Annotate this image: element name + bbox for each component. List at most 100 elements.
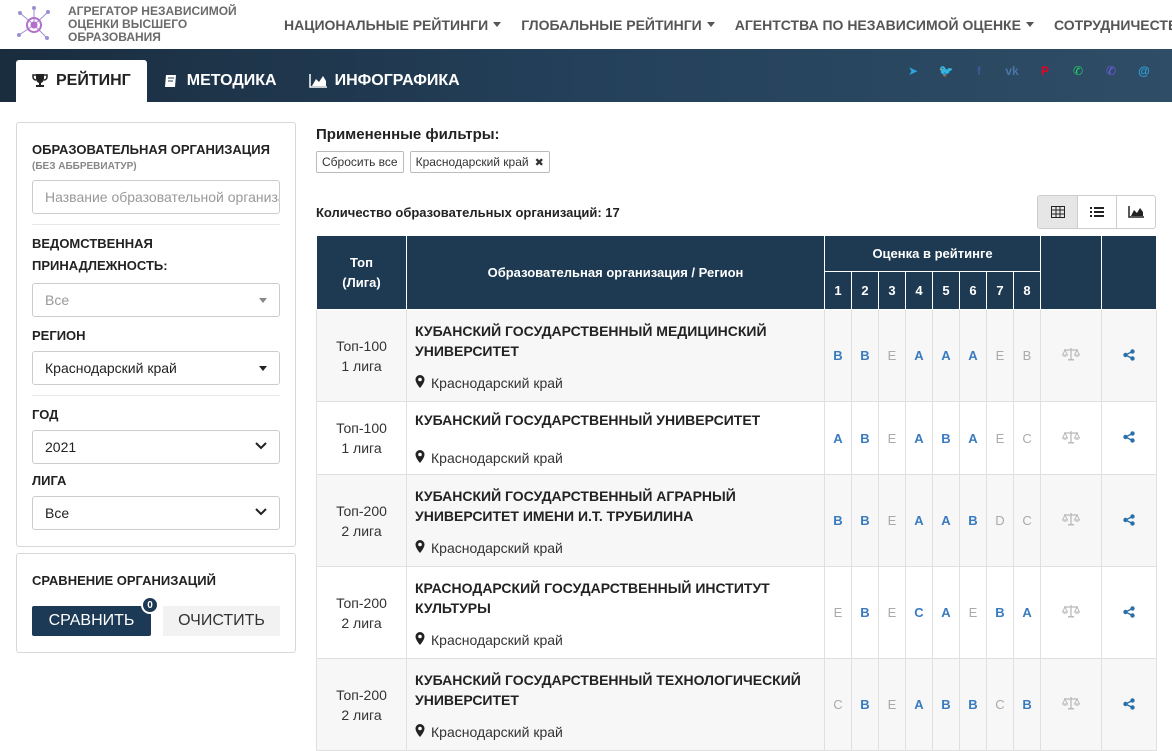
filter-card: ОБРАЗОВАТЕЛЬНАЯ ОРГАНИЗАЦИЯ (БЕЗ АББРЕВИ… [16,122,296,547]
grade-cell: C [1012,401,1042,475]
trophy-icon [32,73,48,89]
grade-cell: B [851,658,879,751]
org-search-input[interactable]: Название образовательной организации [32,180,280,214]
scale-compare-icon[interactable] [1061,430,1081,447]
nav-item[interactable]: НАЦИОНАЛЬНЫЕ РЕЙТИНГИ [284,16,502,33]
nav-item[interactable]: АГЕНТСТВА ПО НЕЗАВИСИМОЙ ОЦЕНКЕ [735,17,1034,33]
scale-compare-icon[interactable] [1061,697,1081,713]
brand[interactable]: Агрегатор независимой оценки высшего обр… [14,5,274,45]
share-cell [1101,658,1158,751]
list-view-icon[interactable] [1077,196,1116,228]
applied-filters-title: Примененные фильтры: [316,126,500,143]
table-view-icon[interactable] [1038,196,1077,228]
clear-button[interactable]: ОЧИСТИТЬ [162,606,280,636]
grade-cell: B [959,474,987,567]
scale-compare-icon[interactable] [1061,605,1081,621]
grade-cell: B [959,658,987,751]
region-text: Краснодарский край [431,450,563,466]
facebook-icon[interactable]: f [971,63,987,79]
region-select[interactable]: Краснодарский край [32,351,280,385]
grade-cell: B [851,566,879,659]
region-text: Краснодарский край [431,631,563,648]
close-icon[interactable]: ✖ [535,156,544,169]
league-value: 2 лига [341,706,382,723]
share-icon[interactable] [1123,697,1135,713]
table-row: Топ-100 1 лига КУБАНСКИЙ ГОСУДАРСТВЕННЫЙ У… [316,401,1158,475]
org-name-link[interactable]: КРАСНОДАРСКИЙ ГОСУДАРСТВЕННЫЙ ИНСТИТУТ К… [415,578,816,618]
nav-item-label: НАЦИОНАЛЬНЫЕ РЕЙТИНГИ [284,16,489,33]
top-navbar: Агрегатор независимой оценки высшего обр… [0,0,1172,49]
area-chart-icon [308,74,327,88]
whatsapp-icon[interactable]: ✆ [1070,63,1086,79]
org-region: Краснодарский край [415,450,816,466]
org-name-link[interactable]: КУБАНСКИЙ ГОСУДАРСТВЕННЫЙ МЕДИЦИНСКИЙ УН… [415,321,816,361]
reset-filters-button[interactable]: Сбросить все [316,151,404,173]
league-text: Топ-100 1 лига [317,336,406,376]
score-col-header: 2 [851,271,879,310]
grade-cell: B [1012,658,1042,751]
share-cell [1101,566,1158,659]
email-icon[interactable]: @ [1136,63,1152,79]
grade-cell: A [959,401,987,475]
share-icon[interactable] [1123,605,1135,621]
vk-icon[interactable]: vk [1004,63,1020,79]
score-col-header: 8 [1012,271,1042,310]
caret-down-icon [706,22,715,27]
col-header-top: Топ (Лига) [316,235,407,310]
map-marker-icon [415,723,431,740]
org-name-link[interactable]: КУБАНСКИЙ ГОСУДАРСТВЕННЫЙ УНИВЕРСИТЕТ [415,410,816,430]
org-cell: КУБАНСКИЙ ГОСУДАРСТВЕННЫЙ АГРАРНЫЙ УНИВЕ… [406,474,825,567]
league-cell: Топ-100 1 лига [316,309,407,402]
scale-compare-icon[interactable] [1061,348,1081,364]
grade-cell: B [851,474,879,567]
score-col-header: 4 [905,271,933,310]
telegram-icon[interactable]: ➤ [905,63,921,79]
grade-cell: C [905,566,933,659]
dept-select[interactable]: Все [32,283,280,317]
share-icon[interactable] [1123,348,1135,364]
year-select[interactable]: 2021 [32,430,280,464]
pinterest-icon[interactable]: P [1037,63,1053,79]
grade-cell: E [824,566,852,659]
map-marker-icon [415,631,431,648]
league-value: 2 лига [341,614,382,631]
top-value: Топ-100 [336,337,387,354]
grade-cell: B [824,309,852,402]
grade-cell: A [905,474,933,567]
top-value: Топ-200 [336,594,387,611]
league-cell: Топ-200 2 лига [316,658,407,751]
share-cell [1101,474,1158,567]
grade-cell: A [932,566,960,659]
compare-button[interactable]: СРАВНИТЬ 0 [32,596,159,636]
year-filter-label: ГОД [32,407,59,422]
dept-select-value: Все [45,292,70,308]
grade-cell: A [1012,566,1042,659]
tab-infographics[interactable]: ИНФОГРАФИКА [293,60,476,102]
org-name-link[interactable]: КУБАНСКИЙ ГОСУДАРСТВЕННЫЙ АГРАРНЫЙ УНИВЕ… [415,486,816,526]
map-marker-icon [415,374,431,391]
league-select[interactable]: Все [32,496,280,530]
league-text: Топ-200 2 лига [317,685,406,725]
chart-view-icon[interactable] [1116,196,1155,228]
compare-title: СРАВНЕНИЕ ОРГАНИЗАЦИЙ [32,573,216,588]
score-col-header: 3 [878,271,906,310]
nav-item-label: СОТРУДНИЧЕСТВО [1053,16,1172,33]
scale-compare-icon[interactable] [1061,513,1081,529]
grade-cell: C [986,658,1014,751]
org-name-link[interactable]: КУБАНСКИЙ ГОСУДАРСТВЕННЫЙ ТЕХНОЛОГИЧЕСКИ… [415,670,816,710]
share-icon[interactable] [1123,513,1135,529]
grade-cell: A [932,309,960,402]
tab-methodology[interactable]: МЕТОДИКА [147,60,293,102]
nav-item[interactable]: ГЛОБАЛЬНЫЕ РЕЙТИНГИ [521,17,715,33]
score-col-header: 6 [959,271,987,310]
share-icon[interactable] [1123,430,1135,446]
filter-chip-region[interactable]: Краснодарский край ✖ [409,151,550,173]
top-value: Топ-200 [336,502,387,519]
viber-icon[interactable]: ✆ [1103,63,1119,79]
nav-item[interactable]: СОТРУДНИЧЕСТВО [1054,17,1172,33]
twitter-icon[interactable]: 🐦 [938,63,954,79]
table-row: Топ-100 1 лига КУБАНСКИЙ ГОСУДАРСТВЕННЫЙ М… [316,309,1158,402]
results-main: Примененные фильтры: Сбросить все Красно… [316,122,1158,751]
grade-cell: B [824,474,852,567]
tab-rating[interactable]: РЕЙТИНГ [16,60,147,102]
